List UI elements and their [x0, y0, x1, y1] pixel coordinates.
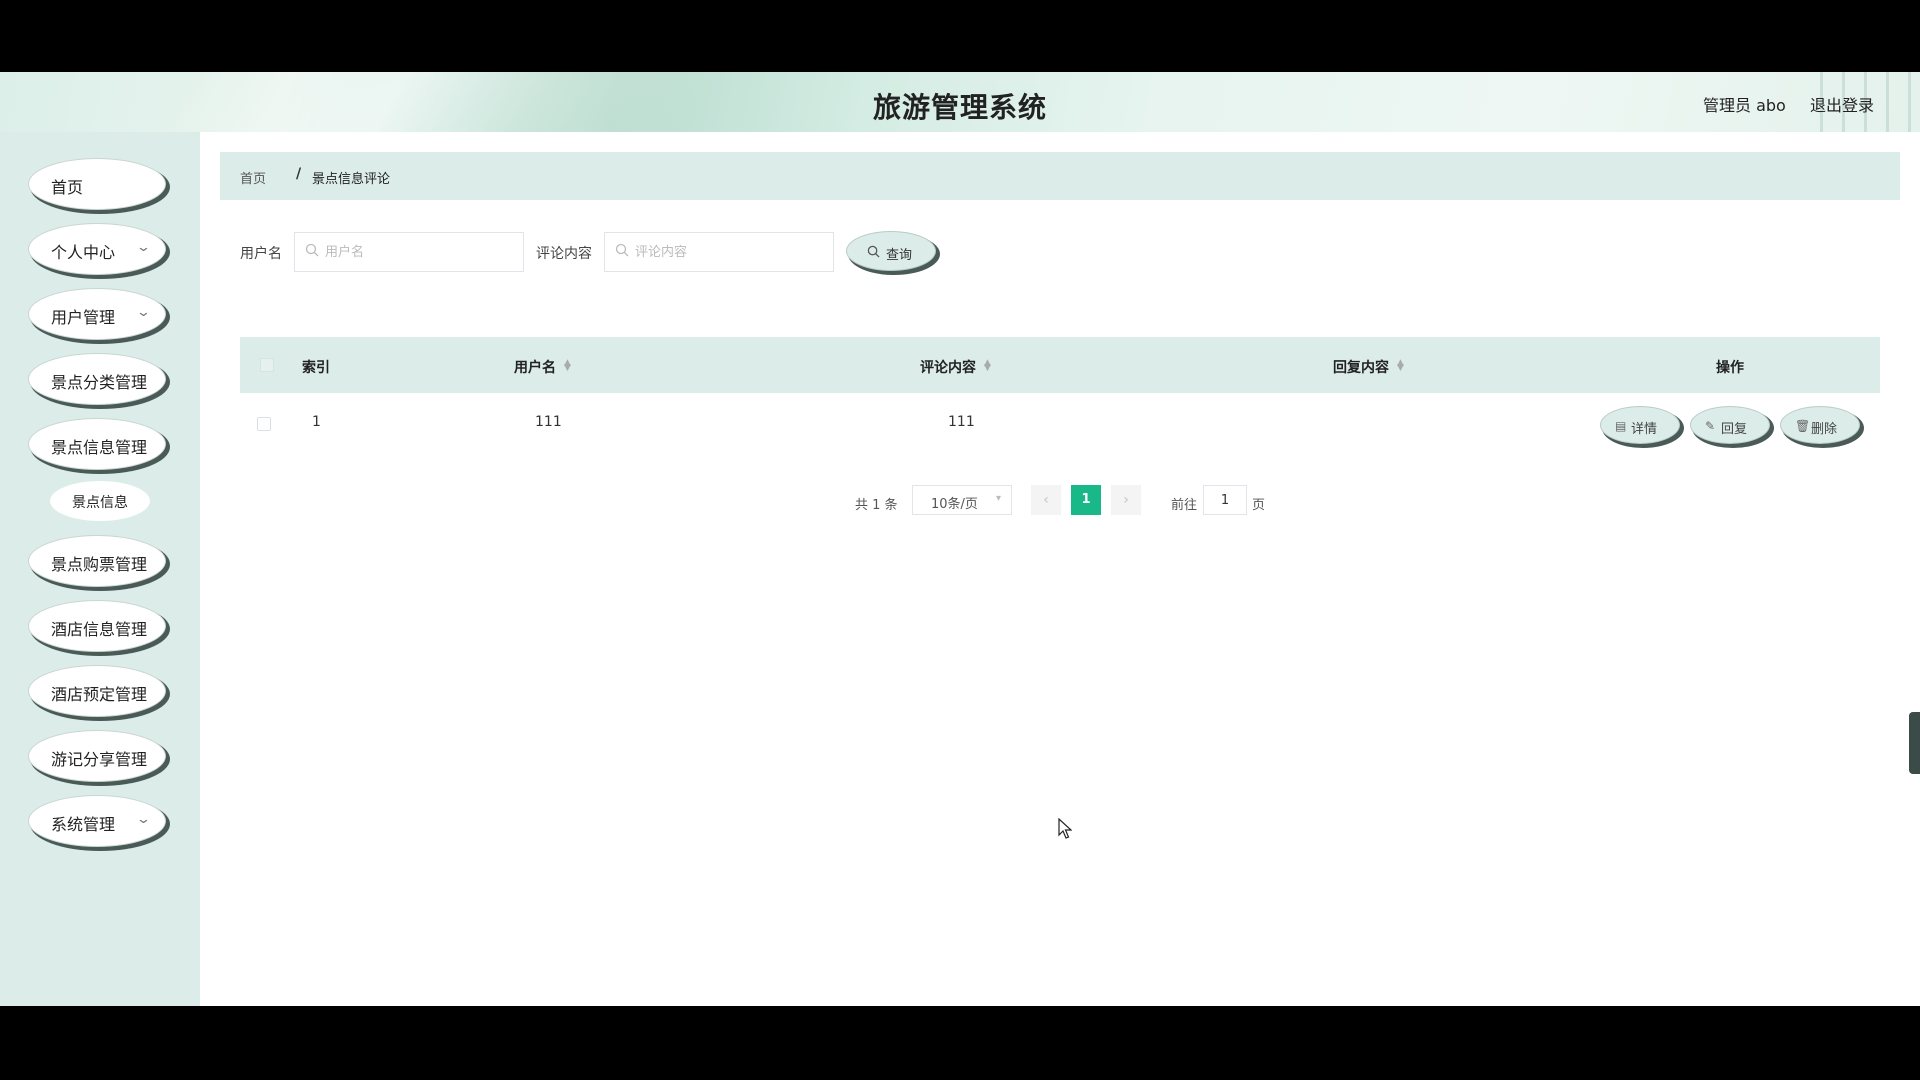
logout-link[interactable]: 退出登录 — [1810, 92, 1874, 116]
submenu-item-scenic-info[interactable]: 景点信息 — [50, 481, 150, 521]
next-page-button[interactable]: › — [1111, 485, 1141, 515]
reply-button[interactable]: ✎ 回复 — [1690, 406, 1770, 444]
column-header-label: 回复内容 — [1333, 360, 1389, 376]
sort-icon[interactable]: ▲ ▼ — [984, 359, 991, 373]
document-icon: ▤ — [1615, 419, 1627, 433]
top-header: 旅游管理系统 管理员 abo 退出登录 — [0, 72, 1920, 132]
content-search-field[interactable] — [604, 232, 834, 272]
table-row: 1 111 111 ▤ 详情 ✎ 回复 🗑 删除 — [240, 393, 1880, 453]
content-search-label: 评论内容 — [536, 246, 592, 262]
sidebar-item-system[interactable]: 系统管理 ⌄ — [28, 795, 166, 847]
submenu-item-label: 景点信息 — [72, 495, 128, 511]
current-user-label: 管理员 abo — [1703, 96, 1786, 115]
mouse-cursor-icon — [1058, 818, 1072, 839]
sidebar-item-label: 用户管理 — [51, 308, 116, 327]
delete-button[interactable]: 🗑 删除 — [1780, 406, 1860, 444]
prev-page-button[interactable]: ‹ — [1031, 485, 1061, 515]
search-icon — [305, 243, 319, 257]
detail-button[interactable]: ▤ 详情 — [1600, 406, 1680, 444]
sidebar-item-label: 酒店信息管理 — [51, 620, 148, 639]
sidebar-item-travelogue[interactable]: 游记分享管理 — [28, 730, 166, 782]
sidebar-item-home[interactable]: 首页 — [28, 158, 166, 210]
page-size-select[interactable]: 10条/页 ▾ — [912, 485, 1012, 515]
chevron-down-icon: ⌄ — [135, 812, 152, 827]
app-window: 旅游管理系统 管理员 abo 退出登录 首页 个人中心 ⌄ 用户管理 ⌄ 景点分… — [0, 72, 1920, 1006]
username-search-label: 用户名 — [240, 246, 282, 262]
delete-button-label: 删除 — [1811, 422, 1838, 437]
sidebar-item-hotel-info[interactable]: 酒店信息管理 — [28, 600, 166, 652]
sidebar-item-profile[interactable]: 个人中心 ⌄ — [28, 223, 166, 275]
search-icon — [867, 245, 880, 258]
edit-icon: ✎ — [1705, 419, 1716, 433]
column-header-content[interactable]: 评论内容 ▲ ▼ — [920, 357, 991, 377]
page-size-label: 10条/页 — [931, 497, 978, 512]
sidebar-item-label: 游记分享管理 — [51, 750, 148, 769]
cell-content: 111 — [948, 414, 975, 430]
column-header-index: 索引 — [302, 360, 330, 376]
side-panel-handle[interactable] — [1909, 712, 1920, 774]
goto-label: 前往 — [1171, 498, 1198, 513]
chevron-down-icon: ⌄ — [135, 240, 152, 255]
column-header-label: 用户名 — [514, 360, 556, 376]
page-suffix: 页 — [1252, 498, 1266, 513]
pagination-total: 共 1 条 — [855, 498, 898, 513]
username-search-input[interactable] — [325, 241, 515, 263]
chevron-down-icon: ▾ — [995, 493, 1001, 504]
sidebar-item-scenic-category[interactable]: 景点分类管理 — [28, 353, 166, 405]
reply-button-label: 回复 — [1721, 422, 1748, 437]
chevron-right-icon: › — [1123, 492, 1129, 508]
sort-icon[interactable]: ▲ ▼ — [1397, 359, 1404, 373]
sidebar-item-label: 系统管理 — [51, 815, 116, 834]
goto-page-input[interactable] — [1203, 485, 1247, 515]
sidebar-item-ticket[interactable]: 景点购票管理 — [28, 535, 166, 587]
column-header-label: 评论内容 — [920, 360, 976, 376]
sidebar-item-users[interactable]: 用户管理 ⌄ — [28, 288, 166, 340]
sidebar-item-label: 景点信息管理 — [51, 438, 148, 457]
trash-icon: 🗑 — [1795, 419, 1811, 433]
chevron-down-icon: ⌄ — [135, 305, 152, 320]
sidebar-item-hotel-booking[interactable]: 酒店预定管理 — [28, 665, 166, 717]
detail-button-label: 详情 — [1631, 422, 1658, 437]
query-button[interactable]: 查询 — [846, 231, 936, 271]
search-icon — [615, 243, 629, 257]
chevron-left-icon: ‹ — [1043, 492, 1049, 508]
cell-index: 1 — [312, 414, 321, 430]
cell-username: 111 — [535, 414, 562, 430]
page-number-current[interactable]: 1 — [1071, 485, 1101, 515]
sidebar-item-label: 酒店预定管理 — [51, 685, 148, 704]
sidebar-item-scenic-info[interactable]: 景点信息管理 — [28, 418, 166, 470]
query-button-label: 查询 — [886, 248, 913, 263]
main-content: 首页 / 景点信息评论 用户名 评论内容 查询 索引 用户名 ▲▼ 评论内容 ▲▼ … — [200, 132, 1920, 1006]
sidebar: 首页 个人中心 ⌄ 用户管理 ⌄ 景点分类管理 景点信息管理 景点信息 景点购票… — [0, 132, 200, 1006]
sidebar-item-label: 个人中心 — [51, 243, 116, 262]
sidebar-item-label: 首页 — [51, 178, 84, 197]
breadcrumb-separator: / — [296, 166, 302, 182]
select-all-checkbox[interactable] — [260, 358, 274, 372]
table-header: 索引 用户名 ▲ ▼ 评论内容 ▲ ▼ 回复内容 ▲ ▼ 操作 — [240, 337, 1880, 393]
column-header-actions: 操作 — [1716, 360, 1744, 376]
username-search-field[interactable] — [294, 232, 524, 272]
breadcrumb-home[interactable]: 首页 — [240, 168, 266, 187]
breadcrumb-current: 景点信息评论 — [312, 172, 391, 187]
content-search-input[interactable] — [635, 241, 825, 263]
sidebar-item-label: 景点购票管理 — [51, 555, 148, 574]
app-title: 旅游管理系统 — [872, 91, 1047, 124]
row-checkbox[interactable] — [257, 417, 271, 431]
sort-icon[interactable]: ▲ ▼ — [564, 359, 571, 373]
column-header-reply[interactable]: 回复内容 ▲ ▼ — [1333, 357, 1404, 377]
breadcrumb: 首页 / 景点信息评论 — [220, 152, 1900, 200]
sidebar-item-label: 景点分类管理 — [51, 373, 148, 392]
column-header-username[interactable]: 用户名 ▲ ▼ — [514, 357, 571, 377]
